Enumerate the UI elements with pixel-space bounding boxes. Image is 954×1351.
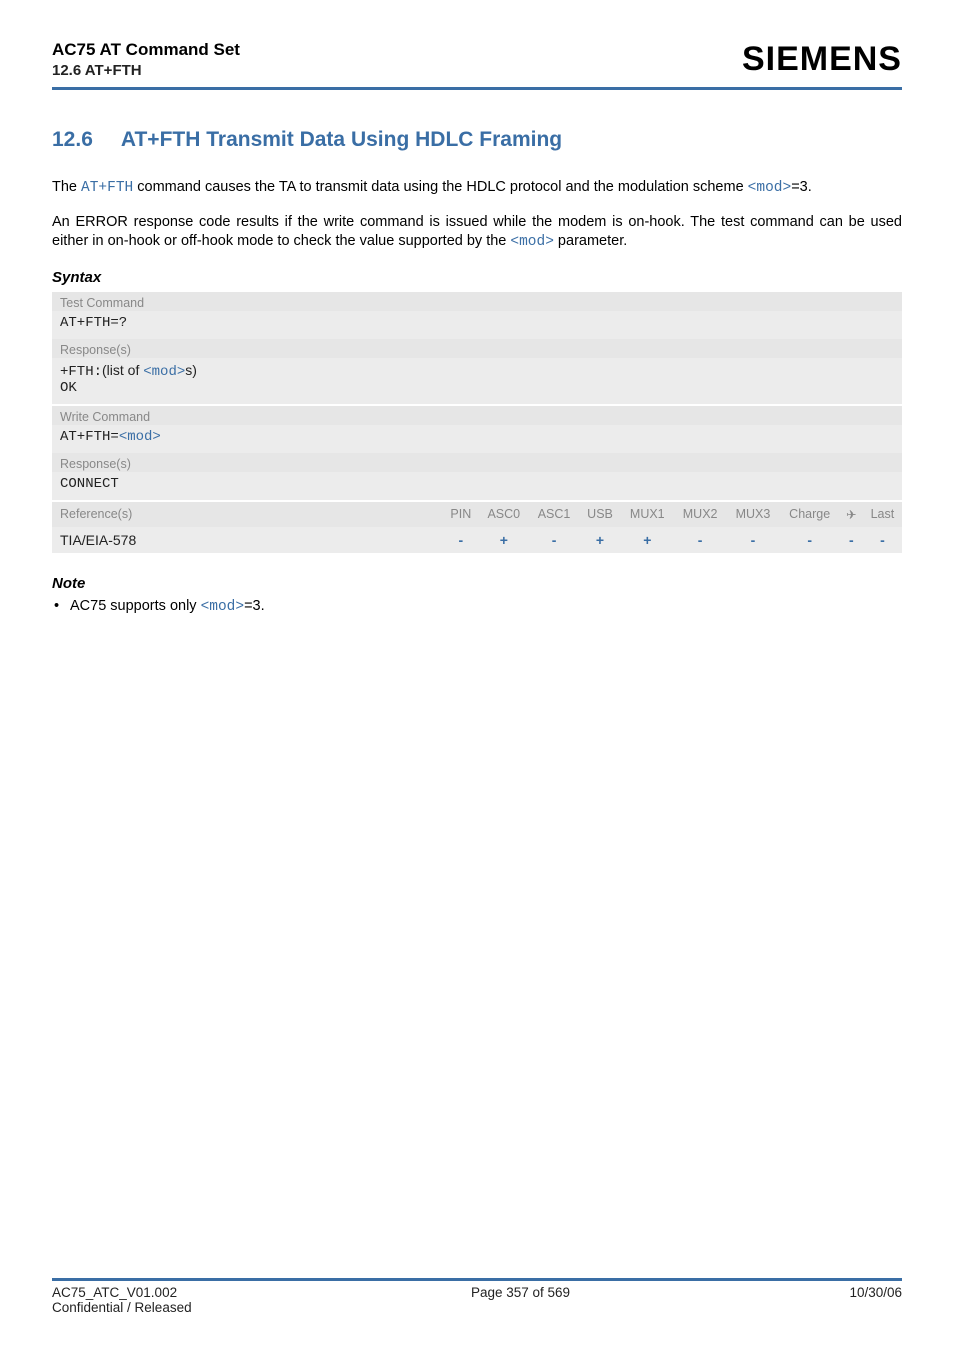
section-number: 12.6 (52, 128, 93, 151)
test-resp-prefix: +FTH: (60, 364, 102, 380)
intro-paragraph-1: The AT+FTH command causes the TA to tran… (52, 178, 902, 199)
note-list: AC75 supports only <mod>=3. (52, 598, 902, 615)
test-command-label: Test Command (52, 292, 902, 311)
mod-link-3[interactable]: <mod> (143, 364, 185, 380)
test-response-code: +FTH:(list of <mod>s) OK (52, 358, 902, 404)
note-pre: AC75 supports only (70, 598, 201, 614)
brand-logo: SIEMENS (742, 40, 902, 79)
p1-text-post: =3. (791, 179, 812, 195)
syntax-block: Test Command AT+FTH=? Response(s) +FTH:(… (52, 292, 902, 553)
reference-table: Reference(s) PIN ASC0 ASC1 USB MUX1 MUX2… (52, 502, 902, 553)
val-pin: - (458, 532, 463, 548)
val-mux1: + (643, 532, 651, 548)
col-mux1: MUX1 (621, 502, 674, 527)
reference-name: TIA/EIA-578 (52, 527, 443, 553)
test-resp-ok: OK (60, 380, 77, 396)
test-response-label: Response(s) (52, 339, 902, 358)
doc-title: AC75 AT Command Set (52, 40, 240, 60)
footer-version: AC75_ATC_V01.002 (52, 1285, 177, 1300)
val-last: - (880, 532, 885, 548)
mod-link-1[interactable]: <mod> (748, 180, 792, 196)
mod-link-2[interactable]: <mod> (510, 234, 554, 250)
test-resp-text: (list of (102, 362, 143, 378)
p1-text-mid: command causes the TA to transmit data u… (133, 179, 747, 195)
val-asc0: + (500, 532, 508, 548)
footer-page: Page 357 of 569 (192, 1285, 850, 1315)
intro-paragraph-2: An ERROR response code results if the wr… (52, 213, 902, 253)
mod-link-5[interactable]: <mod> (201, 599, 245, 615)
p2-text-post: parameter. (554, 233, 627, 249)
write-cmd-prefix: AT+FTH= (60, 429, 119, 445)
note-heading: Note (52, 575, 902, 592)
mod-link-4[interactable]: <mod> (119, 429, 161, 445)
val-mux2: - (698, 532, 703, 548)
section-title: AT+FTH Transmit Data Using HDLC Framing (121, 128, 562, 151)
footer-left: AC75_ATC_V01.002 Confidential / Released (52, 1285, 192, 1315)
write-command-code: AT+FTH=<mod> (52, 425, 902, 453)
col-usb: USB (579, 502, 621, 527)
val-charge: - (807, 532, 812, 548)
val-usb: + (596, 532, 604, 548)
airplane-icon: ✈ (840, 502, 863, 527)
val-plane: - (849, 532, 854, 548)
doc-section-label: 12.6 AT+FTH (52, 62, 240, 79)
page-header: AC75 AT Command Set 12.6 AT+FTH SIEMENS (52, 40, 902, 90)
col-pin: PIN (443, 502, 479, 527)
section-heading: 12.6 AT+FTH Transmit Data Using HDLC Fram… (52, 128, 902, 152)
test-command-code: AT+FTH=? (52, 311, 902, 339)
val-mux3: - (751, 532, 756, 548)
footer-date: 10/30/06 (849, 1285, 902, 1315)
reference-value-row: TIA/EIA-578 - + - + + - - - - - (52, 527, 902, 553)
header-left: AC75 AT Command Set 12.6 AT+FTH (52, 40, 240, 79)
reference-header-row: Reference(s) PIN ASC0 ASC1 USB MUX1 MUX2… (52, 502, 902, 527)
col-charge: Charge (779, 502, 840, 527)
p2-text-pre: An ERROR response code results if the wr… (52, 214, 902, 250)
note-post: =3. (244, 598, 265, 614)
note-item: AC75 supports only <mod>=3. (52, 598, 902, 615)
write-response-code: CONNECT (52, 472, 902, 500)
col-asc0: ASC0 (479, 502, 529, 527)
test-resp-suffix: s) (185, 362, 197, 378)
write-command-label: Write Command (52, 406, 902, 425)
col-mux2: MUX2 (674, 502, 727, 527)
col-last: Last (863, 502, 902, 527)
at-fth-link[interactable]: AT+FTH (81, 180, 133, 196)
footer-confidential: Confidential / Released (52, 1300, 192, 1315)
col-asc1: ASC1 (529, 502, 579, 527)
col-mux3: MUX3 (727, 502, 780, 527)
reference-label: Reference(s) (52, 502, 443, 527)
syntax-heading: Syntax (52, 269, 902, 286)
val-asc1: - (552, 532, 557, 548)
p1-text-pre: The (52, 179, 81, 195)
write-response-label: Response(s) (52, 453, 902, 472)
page-footer: AC75_ATC_V01.002 Confidential / Released… (52, 1278, 902, 1315)
